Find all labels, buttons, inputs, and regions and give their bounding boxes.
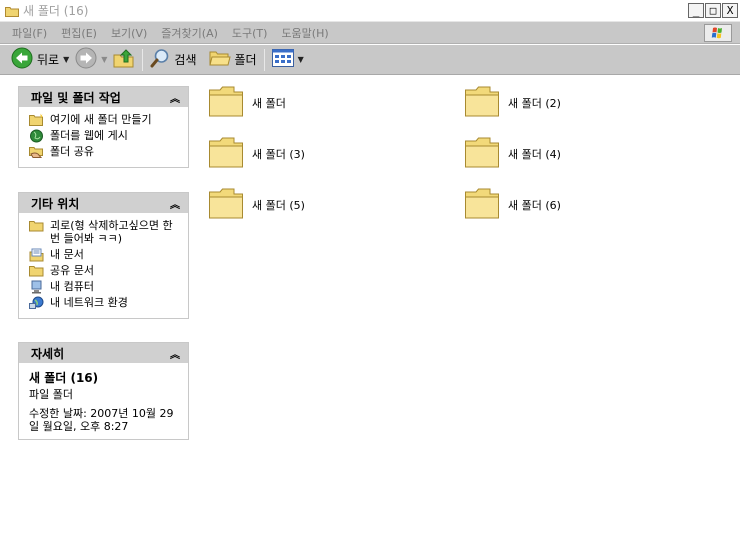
place-network[interactable]: 내 네트워크 환경 bbox=[29, 296, 182, 309]
place-label: 내 네트워크 환경 bbox=[50, 296, 128, 309]
dropdown-arrow-icon[interactable]: ▼ bbox=[298, 55, 304, 64]
task-publish-web[interactable]: 폴더를 웹에 게시 bbox=[29, 129, 182, 143]
details-panel: 자세히 ︽ 새 폴더 (16) 파일 폴더 수정한 날짜: 2007년 10월 … bbox=[18, 342, 189, 440]
folder-label: 새 폴더 bbox=[252, 96, 286, 110]
minimize-button[interactable]: _ bbox=[688, 3, 704, 18]
windows-logo-icon bbox=[704, 24, 732, 42]
my-documents-icon bbox=[29, 248, 44, 262]
task-share-folder[interactable]: 폴더 공유 bbox=[29, 145, 182, 158]
shared-folder-icon bbox=[29, 145, 44, 158]
folder-icon bbox=[208, 84, 244, 121]
folder-icon bbox=[29, 219, 44, 232]
menu-file[interactable]: 파일(F) bbox=[0, 25, 54, 41]
folder-item[interactable]: 새 폴더 (2) bbox=[464, 84, 561, 121]
panel-header[interactable]: 파일 및 폴더 작업 ︽ bbox=[19, 87, 188, 107]
place-label: 내 컴퓨터 bbox=[50, 280, 94, 293]
other-places-panel: 기타 위치 ︽ 괴로(형 삭제하고싶으면 한번 들어봐 ㅋㅋ) 내 문서 공유 … bbox=[18, 192, 189, 319]
folder-icon bbox=[208, 186, 244, 223]
views-icon bbox=[271, 49, 294, 70]
file-folder-tasks-panel: 파일 및 폴더 작업 ︽ 여기에 새 폴더 만들기 폴더를 웹에 게시 폴더 공… bbox=[18, 86, 189, 168]
toolbar-separator bbox=[142, 48, 144, 71]
place-my-computer[interactable]: 내 컴퓨터 bbox=[29, 280, 182, 294]
new-folder-icon bbox=[29, 113, 44, 126]
folder-item[interactable]: 새 폴더 (5) bbox=[208, 186, 305, 223]
folder-icon bbox=[29, 264, 44, 277]
task-new-folder[interactable]: 여기에 새 폴더 만들기 bbox=[29, 113, 182, 126]
folder-icon bbox=[464, 186, 500, 223]
place-label: 내 문서 bbox=[50, 248, 84, 261]
folder-label: 새 폴더 (2) bbox=[508, 96, 561, 110]
place-parent-folder[interactable]: 괴로(형 삭제하고싶으면 한번 들어봐 ㅋㅋ) bbox=[29, 219, 182, 245]
details-type: 파일 폴더 bbox=[29, 388, 73, 401]
up-folder-icon bbox=[113, 48, 135, 71]
menu-tools[interactable]: 도구(T) bbox=[225, 25, 275, 41]
computer-icon bbox=[29, 280, 44, 294]
folder-icon bbox=[464, 84, 500, 121]
folder-label: 새 폴더 (5) bbox=[252, 198, 305, 212]
maximize-button[interactable]: □ bbox=[705, 3, 721, 18]
forward-arrow-icon bbox=[75, 47, 97, 72]
menu-view[interactable]: 보기(V) bbox=[104, 25, 154, 41]
folder-item[interactable]: 새 폴더 (6) bbox=[464, 186, 561, 223]
details-name: 새 폴더 (16) bbox=[29, 371, 99, 385]
search-label: 검색 bbox=[174, 53, 197, 67]
forward-button[interactable]: ▼ bbox=[72, 47, 110, 73]
panel-header[interactable]: 자세히 ︽ bbox=[19, 343, 188, 363]
network-icon bbox=[29, 296, 44, 309]
folder-icon bbox=[5, 5, 19, 17]
back-button[interactable]: 뒤로 ▼ bbox=[8, 47, 72, 73]
place-my-documents[interactable]: 내 문서 bbox=[29, 248, 182, 262]
title-bar: 새 폴더 (16) _ □ X bbox=[0, 0, 740, 22]
toolbar-separator bbox=[263, 48, 265, 71]
menu-help[interactable]: 도움말(H) bbox=[274, 25, 335, 41]
panel-title: 파일 및 폴더 작업 bbox=[31, 90, 121, 105]
panel-title: 기타 위치 bbox=[31, 196, 80, 211]
folder-item[interactable]: 새 폴더 bbox=[208, 84, 286, 121]
folders-label: 폴더 bbox=[234, 53, 257, 67]
folders-icon bbox=[208, 49, 231, 70]
folder-icon bbox=[208, 135, 244, 172]
search-icon bbox=[150, 48, 170, 71]
globe-icon bbox=[29, 129, 44, 143]
up-folder-button[interactable] bbox=[110, 47, 138, 73]
panel-title: 자세히 bbox=[31, 346, 65, 361]
window-title: 새 폴더 (16) bbox=[23, 4, 89, 18]
menu-favorites[interactable]: 즐겨찾기(A) bbox=[154, 25, 225, 41]
place-label: 공유 문서 bbox=[50, 264, 94, 277]
details-modified-date: 수정한 날짜: 2007년 10월 29일 월요일, 오후 8:27 bbox=[29, 407, 174, 433]
task-label: 폴더를 웹에 게시 bbox=[50, 129, 128, 142]
menu-edit[interactable]: 편집(E) bbox=[54, 25, 104, 41]
views-button[interactable]: ▼ bbox=[269, 47, 307, 73]
search-button[interactable]: 검색 bbox=[147, 47, 199, 73]
menu-bar: 파일(F) 편집(E) 보기(V) 즐겨찾기(A) 도구(T) 도움말(H) bbox=[0, 22, 740, 44]
folder-label: 새 폴더 (3) bbox=[252, 147, 305, 161]
folder-label: 새 폴더 (4) bbox=[508, 147, 561, 161]
folder-item[interactable]: 새 폴더 (3) bbox=[208, 135, 305, 172]
folders-button[interactable]: 폴더 bbox=[206, 47, 260, 73]
panel-header[interactable]: 기타 위치 ︽ bbox=[19, 193, 188, 213]
close-button[interactable]: X bbox=[722, 3, 738, 18]
task-label: 폴더 공유 bbox=[50, 145, 94, 158]
collapse-chevron-icon[interactable]: ︽ bbox=[170, 346, 180, 361]
back-arrow-icon bbox=[11, 47, 33, 72]
place-label: 괴로(형 삭제하고싶으면 한번 들어봐 ㅋㅋ) bbox=[50, 219, 173, 245]
folder-icon bbox=[464, 135, 500, 172]
task-label: 여기에 새 폴더 만들기 bbox=[50, 113, 152, 126]
place-shared-documents[interactable]: 공유 문서 bbox=[29, 264, 182, 277]
dropdown-arrow-icon[interactable]: ▼ bbox=[101, 55, 107, 64]
folder-label: 새 폴더 (6) bbox=[508, 198, 561, 212]
dropdown-arrow-icon[interactable]: ▼ bbox=[63, 55, 69, 64]
collapse-chevron-icon[interactable]: ︽ bbox=[170, 196, 180, 211]
folder-item[interactable]: 새 폴더 (4) bbox=[464, 135, 561, 172]
window-controls: _ □ X bbox=[688, 3, 738, 18]
collapse-chevron-icon[interactable]: ︽ bbox=[170, 90, 180, 105]
content-area: 파일 및 폴더 작업 ︽ 여기에 새 폴더 만들기 폴더를 웹에 게시 폴더 공… bbox=[0, 76, 740, 552]
toolbar: 뒤로 ▼ ▼ 검색 폴더 ▼ bbox=[0, 45, 740, 75]
back-label: 뒤로 bbox=[37, 53, 60, 67]
